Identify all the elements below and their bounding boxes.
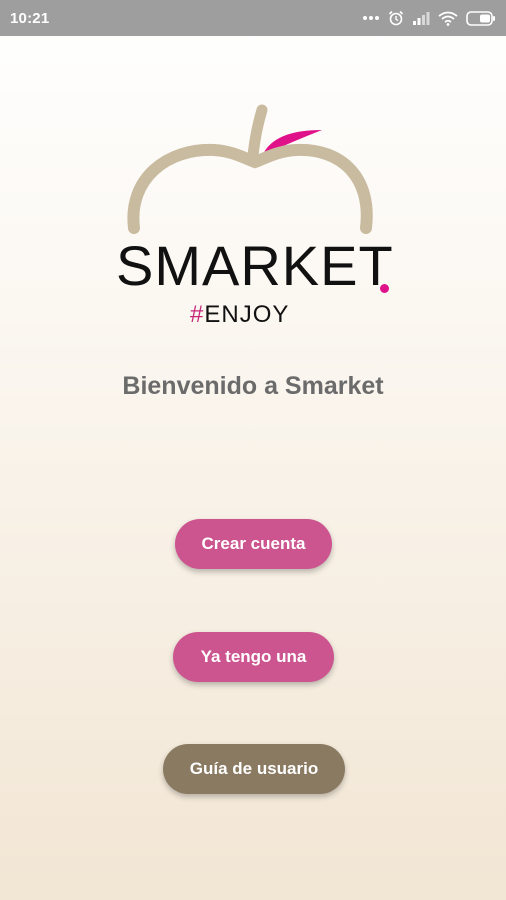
status-bar: 10:21 bbox=[0, 0, 506, 36]
tagline-hash: # bbox=[190, 301, 205, 328]
status-time: 10:21 bbox=[10, 9, 50, 27]
brand-name: SMARKET bbox=[116, 234, 394, 297]
create-account-button[interactable]: Crear cuenta bbox=[175, 519, 332, 569]
user-guide-button[interactable]: Guía de usuario bbox=[163, 744, 345, 794]
battery-icon bbox=[466, 10, 496, 26]
status-icons bbox=[362, 10, 496, 26]
more-dots-icon bbox=[362, 15, 380, 21]
tagline-text: ENJOY bbox=[204, 301, 290, 328]
signal-icon bbox=[412, 11, 430, 25]
brand-tagline: #ENJOY bbox=[190, 303, 289, 327]
have-account-button[interactable]: Ya tengo una bbox=[173, 632, 334, 682]
wifi-icon bbox=[438, 11, 458, 26]
welcome-title: Bienvenido a Smarket bbox=[122, 372, 384, 400]
brand-dot bbox=[380, 284, 389, 293]
alarm-icon bbox=[388, 10, 404, 26]
apple-logo bbox=[110, 100, 400, 335]
